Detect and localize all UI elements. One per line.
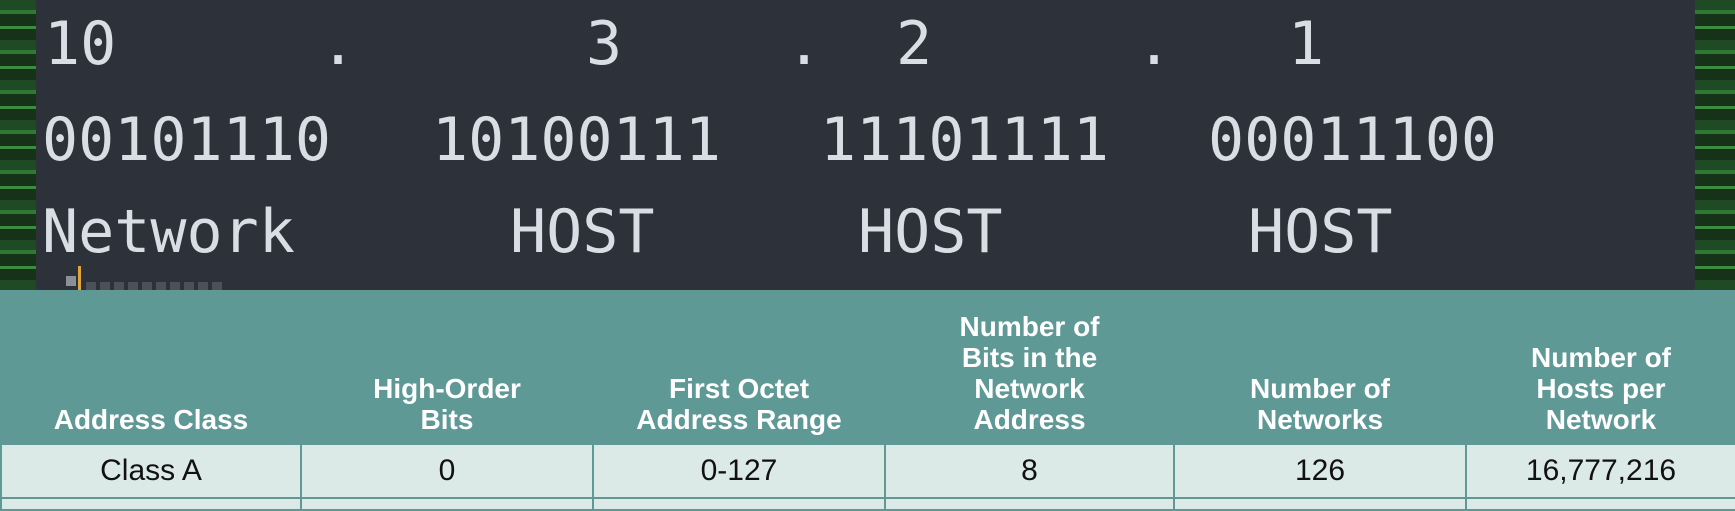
background-edge-left — [0, 0, 36, 290]
octet-decimal-1: 10 — [44, 9, 117, 79]
table-cell — [1173, 497, 1467, 511]
column-header: Number of Hosts per Network — [1466, 290, 1735, 444]
binary-address-row: 00101110 10100111 11101111 00011100 — [36, 108, 1695, 172]
terminal-panel: 10 . 3 . 2 . 1 00101110 10100111 1110111… — [0, 0, 1735, 290]
table-cell — [0, 497, 302, 511]
column-header: First Octet Address Range — [593, 290, 885, 444]
column-header: Number of Bits in the Network Address — [885, 290, 1174, 444]
table-cell: 8 — [884, 443, 1175, 499]
octet-binary-3: 11101111 — [820, 105, 1109, 175]
column-header: Address Class — [1, 290, 301, 444]
code-editor[interactable]: 10 . 3 . 2 . 1 00101110 10100111 1110111… — [36, 0, 1695, 290]
octet-decimal-2: 3 — [586, 9, 623, 79]
column-header: Number of Networks — [1174, 290, 1466, 444]
gutter-marker — [66, 276, 76, 286]
role-label-host: HOST — [510, 197, 655, 267]
decimal-address-row: 10 . 3 . 2 . 1 — [36, 12, 1695, 76]
table-cell: 126 — [1173, 443, 1467, 499]
obscured-text — [86, 282, 226, 290]
column-header: High-Order Bits — [301, 290, 593, 444]
dot-separator: . — [320, 9, 357, 79]
dot-separator: . — [1136, 9, 1173, 79]
table-cell — [884, 497, 1175, 511]
table-row: Class A 0 0-127 8 126 16,777,216 — [0, 443, 1735, 499]
role-label-network: Network — [42, 197, 295, 267]
octet-binary-2: 10100111 — [432, 105, 721, 175]
table-cell: 0 — [300, 443, 594, 499]
octet-binary-4: 00011100 — [1208, 105, 1497, 175]
table-cell — [1465, 497, 1735, 511]
table-cell: 16,777,216 — [1465, 443, 1735, 499]
table-cell: 0-127 — [592, 443, 886, 499]
text-cursor — [78, 266, 81, 290]
address-class-table-panel: Address Class High-Order Bits First Octe… — [0, 290, 1735, 511]
address-class-table: Address Class High-Order Bits First Octe… — [0, 290, 1735, 511]
table-row-cut-off — [0, 497, 1735, 511]
octet-binary-1: 00101110 — [42, 105, 331, 175]
role-label-host: HOST — [858, 197, 1003, 267]
octet-decimal-3: 2 — [896, 9, 933, 79]
role-label-host: HOST — [1248, 197, 1393, 267]
dot-separator: . — [786, 9, 823, 79]
octet-role-row: Network HOST HOST HOST — [36, 200, 1695, 264]
table-cell — [300, 497, 594, 511]
octet-decimal-4: 1 — [1288, 9, 1325, 79]
table-cell — [592, 497, 886, 511]
table-header-row: Address Class High-Order Bits First Octe… — [1, 290, 1735, 444]
table-cell: Class A — [0, 443, 302, 499]
background-edge-right — [1695, 0, 1735, 290]
